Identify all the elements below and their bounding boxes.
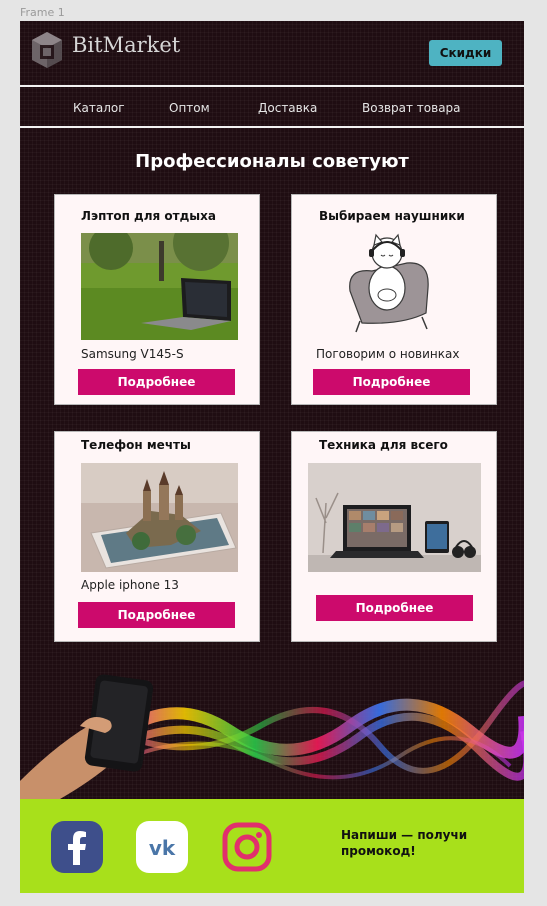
vk-icon[interactable]: vk bbox=[136, 821, 188, 873]
card-caption: Поговорим о новинках bbox=[316, 347, 460, 361]
card-caption: Samsung V145-S bbox=[81, 347, 184, 361]
section-title: Профессионалы советуют bbox=[135, 151, 409, 172]
header: BitMarket Скидки bbox=[20, 21, 524, 85]
card-title: Лэптоп для отдыха bbox=[81, 209, 216, 223]
brand-name[interactable]: BitMarket bbox=[72, 33, 180, 57]
sale-button[interactable]: Скидки bbox=[429, 40, 502, 66]
footer: vk Напиши — получи промокод! bbox=[20, 799, 524, 893]
card-laptop: Лэптоп для отдыха Samsung V145-S Подробн… bbox=[54, 194, 260, 405]
castle-on-phone-image bbox=[81, 463, 238, 572]
bottom-divider bbox=[20, 126, 524, 128]
frame-label: Frame 1 bbox=[20, 6, 65, 19]
email-frame: BitMarket Скидки Каталог Оптом Доставка … bbox=[20, 21, 524, 893]
nav-item-wholesale[interactable]: Оптом bbox=[169, 101, 210, 115]
card-phone: Телефон мечты Apple iphone 13 Подробнее bbox=[54, 431, 260, 642]
nav-item-delivery[interactable]: Доставка bbox=[258, 101, 317, 115]
details-button[interactable]: Подробнее bbox=[78, 369, 235, 395]
promo-text: Напиши — получи промокод! bbox=[341, 828, 468, 858]
card-title: Техника для всего bbox=[319, 438, 448, 452]
nav-item-catalog[interactable]: Каталог bbox=[73, 101, 125, 115]
details-button[interactable]: Подробнее bbox=[316, 595, 473, 621]
hand-phone-wave-banner bbox=[20, 674, 524, 799]
cube-logo-icon bbox=[32, 32, 62, 68]
svg-text:vk: vk bbox=[149, 836, 176, 860]
details-button[interactable]: Подробнее bbox=[78, 602, 235, 628]
card-title: Телефон мечты bbox=[81, 438, 191, 452]
card-caption: Apple iphone 13 bbox=[81, 578, 179, 592]
main-nav: Каталог Оптом Доставка Возврат товара bbox=[20, 87, 524, 126]
nav-item-returns[interactable]: Возврат товара bbox=[362, 101, 461, 115]
cat-with-headphones-image bbox=[342, 233, 442, 333]
laptop-tablet-headphones-image bbox=[308, 463, 481, 572]
card-tech: Техника для всего Подробнее bbox=[291, 431, 497, 642]
instagram-icon[interactable] bbox=[221, 821, 273, 873]
card-headphones: Выбираем наушники Поговорим о новинках П… bbox=[291, 194, 497, 405]
facebook-icon[interactable] bbox=[51, 821, 103, 873]
card-title: Выбираем наушники bbox=[319, 209, 465, 223]
details-button[interactable]: Подробнее bbox=[313, 369, 470, 395]
laptop-on-grass-image bbox=[81, 233, 238, 340]
